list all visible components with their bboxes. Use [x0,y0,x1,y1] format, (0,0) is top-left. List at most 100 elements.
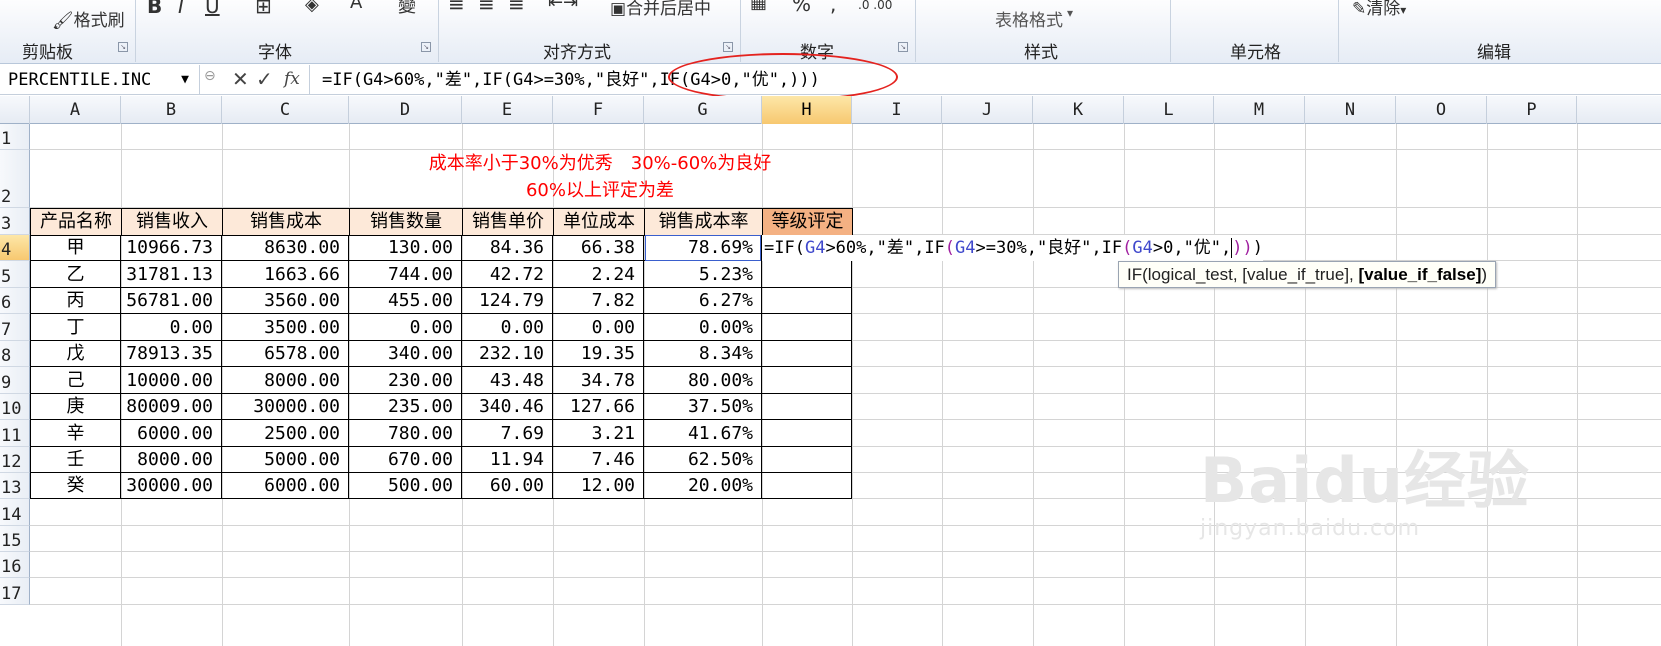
row-header-2[interactable]: 2 [0,150,30,208]
table-cell[interactable]: 5.23% [644,261,762,288]
table-cell[interactable] [762,394,852,420]
table-cell[interactable]: 丁 [30,314,121,341]
table-cell[interactable]: 43.48 [462,367,553,394]
currency-icon[interactable]: ▦ [750,0,767,13]
table-cell[interactable]: 8000.00 [222,367,349,394]
table-cell[interactable]: 78913.35 [121,341,222,367]
bold-button[interactable]: B [147,0,162,18]
table-cell[interactable]: 232.10 [462,341,553,367]
table-header-cell[interactable]: 销售数量 [349,208,463,236]
phonetic-icon[interactable]: 變 [398,0,416,18]
table-cell[interactable]: 455.00 [349,288,462,314]
table-cell[interactable]: 340.00 [349,341,462,367]
table-cell[interactable] [762,261,852,288]
row-header-5[interactable]: 5 [0,261,30,288]
table-cell[interactable]: 7.69 [462,420,553,447]
table-cell[interactable]: 62.50% [644,447,762,473]
table-cell[interactable] [762,314,852,341]
table-header-cell[interactable]: 单位成本 [553,208,645,236]
table-cell[interactable]: 41.67% [644,420,762,447]
table-cell[interactable]: 670.00 [349,447,462,473]
table-cell[interactable]: 5000.00 [222,447,349,473]
row-header-8[interactable]: 8 [0,341,30,367]
table-cell[interactable]: 31781.13 [121,261,222,288]
table-cell[interactable]: 124.79 [462,288,553,314]
table-cell[interactable]: 丙 [30,288,121,314]
table-cell[interactable]: 30000.00 [121,473,222,499]
row-header-1[interactable]: 1 [0,124,30,150]
align-right-icon[interactable]: ≡ [508,0,525,16]
dialog-launcher-icon[interactable]: ↘ [118,42,128,52]
percent-button[interactable]: % [792,0,811,16]
table-cell[interactable]: 2.24 [553,261,644,288]
cell-h4-editor[interactable]: =IF(G4>60%,"差",IF(G4>=30%,"良好",IF(G4>0,"… [762,235,1264,261]
table-cell[interactable]: 壬 [30,447,121,473]
column-header-m[interactable]: M [1214,96,1305,124]
column-header-f[interactable]: F [553,96,644,124]
table-cell[interactable]: 6000.00 [121,420,222,447]
row-header-17[interactable]: 17 [0,578,30,605]
table-cell[interactable] [762,341,852,367]
table-cell[interactable]: 0.00 [462,314,553,341]
align-left-icon[interactable]: ≡ [448,0,465,16]
select-all-corner[interactable] [0,96,30,124]
name-box[interactable]: PERCENTILE.INC ▼ [0,65,200,95]
font-color-icon[interactable]: A [350,0,362,13]
table-cell[interactable]: 780.00 [349,420,462,447]
row-header-10[interactable]: 10 [0,394,30,420]
table-cell[interactable]: 辛 [30,420,121,447]
format-painter-button[interactable]: 🖌格式刷 [52,6,125,31]
border-icon[interactable]: ⊞ [255,0,272,18]
table-cell[interactable]: 癸 [30,473,121,499]
table-cell[interactable]: 80009.00 [121,394,222,420]
table-cell[interactable]: 42.72 [462,261,553,288]
table-cell[interactable]: 3560.00 [222,288,349,314]
table-cell[interactable]: 80.00% [644,367,762,394]
table-cell[interactable]: 己 [30,367,121,394]
comma-button[interactable]: , [830,0,836,16]
column-header-k[interactable]: K [1033,96,1124,124]
italic-button[interactable]: I [178,0,184,18]
column-header-b[interactable]: B [121,96,222,124]
table-cell[interactable]: 235.00 [349,394,462,420]
column-header-h[interactable]: H [762,96,852,124]
enter-icon[interactable]: ✓ [256,67,273,91]
table-cell[interactable]: 8000.00 [121,447,222,473]
column-header-i[interactable]: I [852,96,942,124]
table-cell[interactable]: 1663.66 [222,261,349,288]
table-cell[interactable] [762,447,852,473]
table-header-cell[interactable]: 产品名称 [30,208,122,236]
table-cell[interactable]: 乙 [30,261,121,288]
table-cell[interactable]: 20.00% [644,473,762,499]
column-header-c[interactable]: C [222,96,349,124]
table-cell[interactable]: 34.78 [553,367,644,394]
increase-decimal-icon[interactable]: .0 .00 [858,0,892,12]
table-header-cell[interactable]: 销售收入 [121,208,223,236]
table-cell[interactable]: 戊 [30,341,121,367]
row-header-16[interactable]: 16 [0,552,30,578]
table-cell[interactable] [762,367,852,394]
cancel-icon[interactable]: ✕ [232,67,249,91]
row-header-3[interactable]: 3 [0,208,30,235]
table-cell[interactable] [762,420,852,447]
table-cell[interactable]: 230.00 [349,367,462,394]
column-header-o[interactable]: O [1396,96,1487,124]
row-header-12[interactable]: 12 [0,447,30,473]
table-cell[interactable] [762,288,852,314]
table-cell[interactable]: 6578.00 [222,341,349,367]
table-header-cell[interactable]: 销售成本率 [644,208,763,236]
column-header-n[interactable]: N [1305,96,1396,124]
row-header-4[interactable]: 4 [0,235,30,261]
column-header-d[interactable]: D [349,96,462,124]
indent-icon[interactable]: ⇤⇥ [548,0,578,13]
row-header-13[interactable]: 13 [0,473,30,499]
table-cell[interactable]: 19.35 [553,341,644,367]
row-header-9[interactable]: 9 [0,367,30,394]
table-cell[interactable]: 甲 [30,235,121,261]
column-header-e[interactable]: E [462,96,553,124]
table-cell[interactable]: 11.94 [462,447,553,473]
table-cell[interactable]: 0.00 [121,314,222,341]
row-header-6[interactable]: 6 [0,288,30,314]
table-cell[interactable]: 10966.73 [121,235,222,261]
row-header-11[interactable]: 11 [0,420,30,447]
